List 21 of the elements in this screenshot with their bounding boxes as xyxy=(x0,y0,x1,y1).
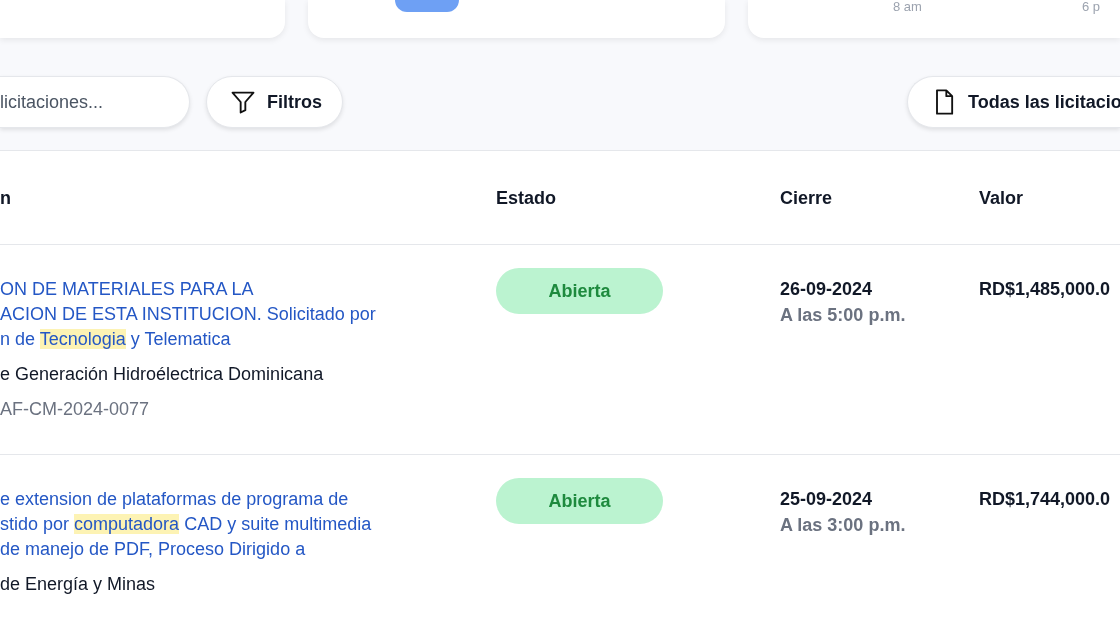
tender-value: RD$1,485,000.0 xyxy=(979,278,1112,301)
close-date: 26-09-2024 xyxy=(780,278,874,301)
axis-label: 8 am xyxy=(893,0,922,14)
column-header: n xyxy=(0,187,12,209)
column-header: Estado xyxy=(496,187,557,209)
column-header: Valor xyxy=(979,187,1025,209)
status-badge: Abierta xyxy=(496,268,663,314)
close-time: A las 3:00 p.m. xyxy=(780,514,907,537)
axis-label: 6 p xyxy=(1081,0,1100,14)
institution-name: de Energía y Minas xyxy=(0,573,157,596)
tender-title-link[interactable]: ON DE MATERIALES PARA LA ACION DE ESTA INSTITUCION. Solicitado por n de Tecnologia y Telematica xyxy=(0,277,496,352)
tender-code: AF-CM-2024-0077 xyxy=(0,398,151,421)
filter-button[interactable]: Filtros xyxy=(206,76,343,128)
close-time: A las 5:00 p.m. xyxy=(780,304,907,327)
institution-name: e Generación Hidroélectrica Dominicana xyxy=(0,363,325,386)
column-header: Cierre xyxy=(780,187,834,209)
status-badge: Abierta xyxy=(496,478,663,524)
tender-value: RD$1,744,000.0 xyxy=(979,488,1112,511)
search-field[interactable]: licitaciones... xyxy=(0,76,190,128)
close-date: 25-09-2024 xyxy=(780,488,874,511)
tender-title-link[interactable]: e extension de plataformas de programa de stido por computadora CAD y suite multimedia de manejo de PDF, Proceso Dirigido a xyxy=(0,487,496,562)
